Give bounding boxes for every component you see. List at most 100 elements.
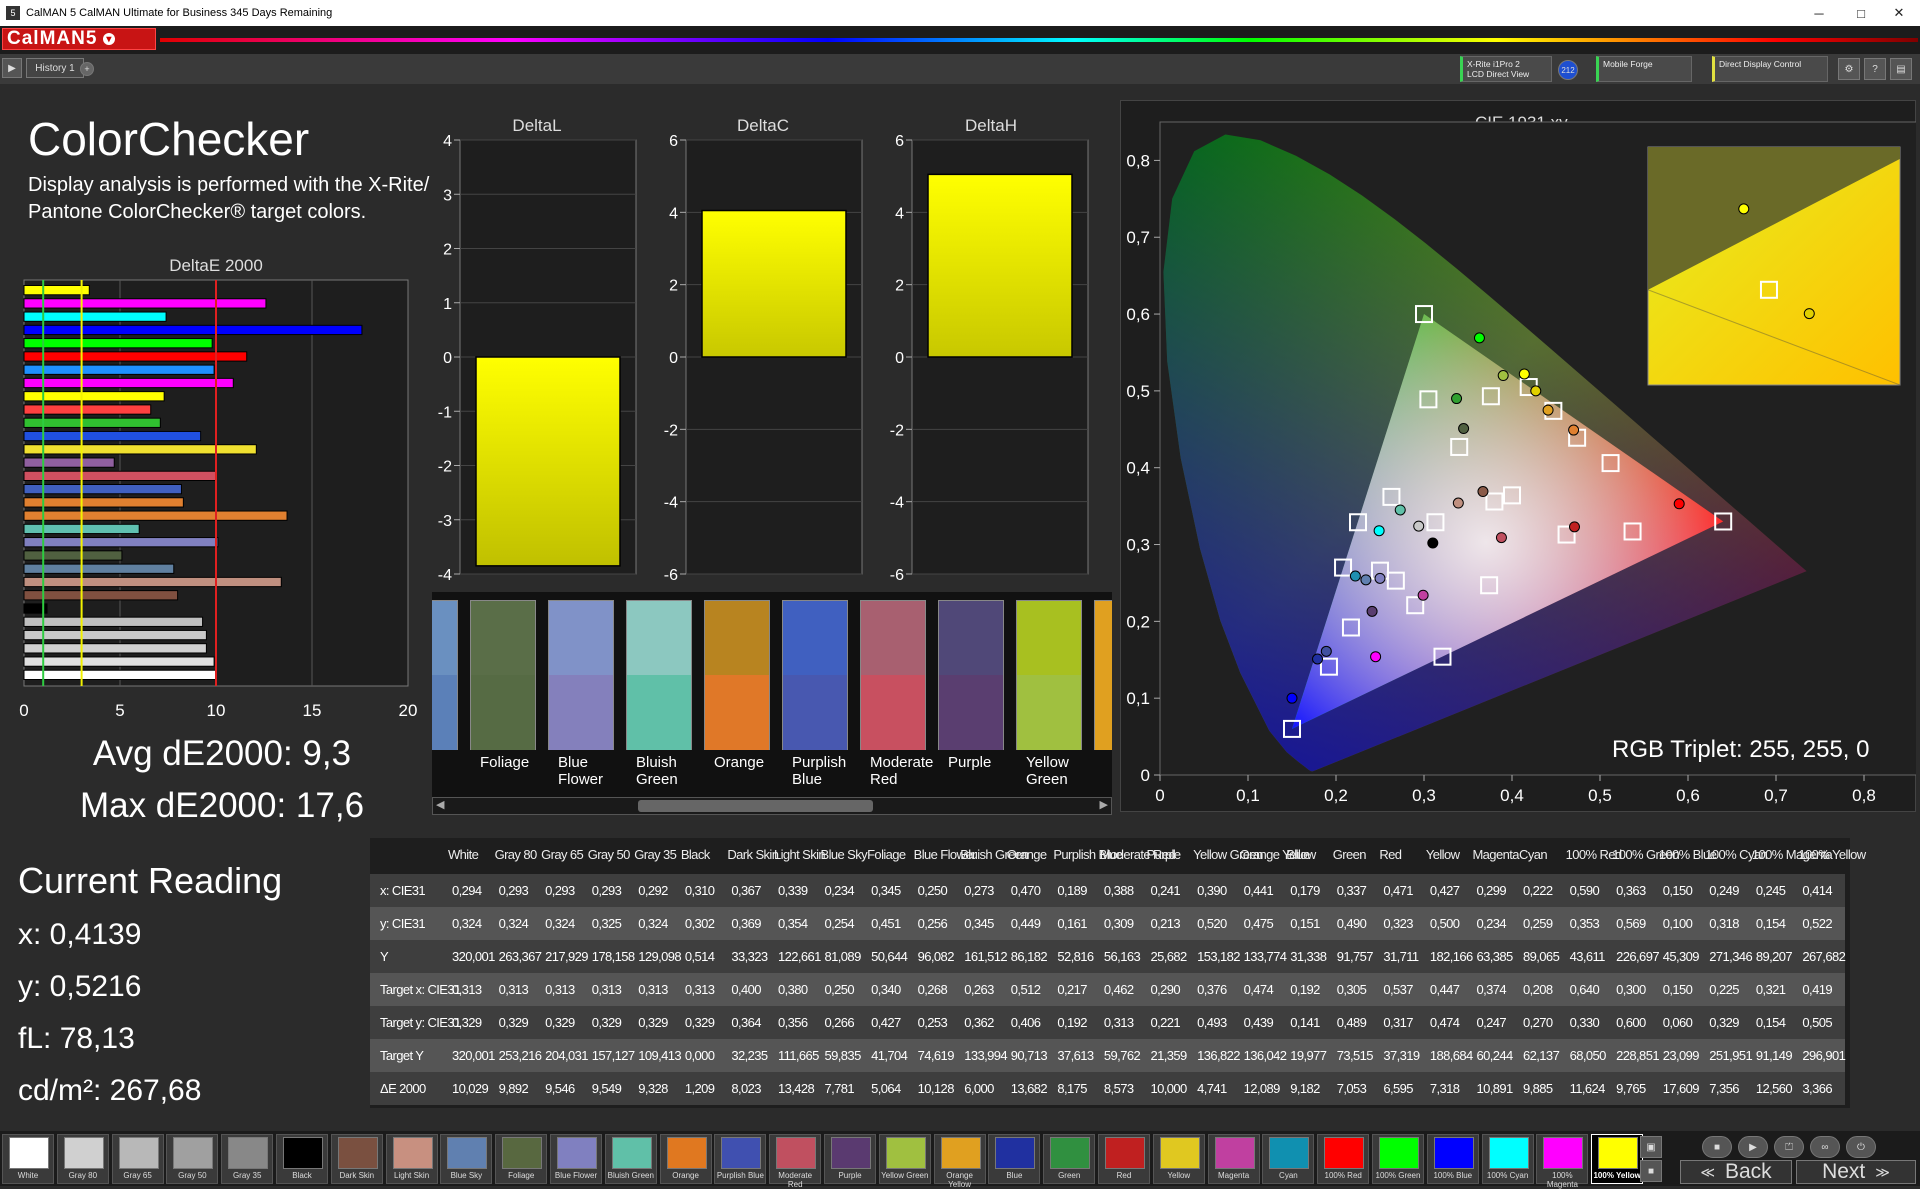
table-row-label: ΔE 2000 — [380, 1081, 426, 1096]
table-cell: 9,885 — [1523, 1081, 1553, 1096]
patch-button-6[interactable]: Dark Skin — [330, 1134, 383, 1184]
swatch-label: Bluish Green — [636, 754, 678, 788]
tab-history-1[interactable]: History 1 — [26, 58, 84, 78]
calman-logo-button[interactable]: CalMAN5 ▾ — [2, 28, 156, 50]
deltae-bar-20 — [23, 550, 123, 561]
next-button[interactable]: Next ≫ — [1796, 1160, 1916, 1184]
patch-button-28[interactable]: 100% Magenta — [1536, 1134, 1589, 1189]
patch-button-16[interactable]: Yellow Green — [878, 1134, 931, 1184]
cie-measured-22 — [1286, 692, 1298, 704]
patch-button-19[interactable]: Green — [1043, 1134, 1096, 1184]
swatch-1[interactable] — [470, 600, 536, 750]
single-reading-icon[interactable]: ▶ — [1738, 1136, 1768, 1158]
swatch-2[interactable] — [548, 600, 614, 750]
patch-button-3[interactable]: Gray 50 — [166, 1134, 219, 1184]
patch-button-20[interactable]: Red — [1098, 1134, 1150, 1184]
continuous-icon[interactable]: ∞ — [1810, 1136, 1840, 1158]
patch-button-22[interactable]: Magenta — [1207, 1134, 1260, 1184]
swatch-4[interactable] — [704, 600, 770, 750]
table-cell: 0,329 — [1709, 1015, 1739, 1030]
patch-button-4[interactable]: Gray 35 — [221, 1134, 274, 1184]
minimize-button[interactable]: ─ — [1796, 0, 1842, 26]
patch-button-1[interactable]: Gray 80 — [56, 1134, 109, 1184]
stop-icon[interactable]: ■ — [1640, 1160, 1662, 1182]
patch-button-23[interactable]: Cyan — [1262, 1134, 1315, 1184]
cie-chart: 0 0,1 0,2 0,3 0,4 0,5 0,6 0,7 0,8 0 0,1 0,2 0,3 0,4 0,… — [1126, 121, 1916, 805]
patch-button-27[interactable]: 100% Cyan — [1481, 1134, 1534, 1184]
rgb-triplet-readout: RGB Triplet: 255, 255, 0 — [1612, 736, 1870, 763]
swatch-9[interactable] — [1094, 600, 1112, 750]
delta-ytick-1-3: 0 — [669, 350, 678, 367]
swatch-5[interactable] — [782, 600, 848, 750]
table-cell: 0,363 — [1616, 883, 1646, 898]
meter-selector[interactable]: X-Rite i1Pro 2 LCD Direct View — [1460, 56, 1552, 82]
table-cell: 0,221 — [1150, 1015, 1181, 1030]
patch-button-8[interactable]: Blue Sky — [440, 1134, 493, 1184]
table-column-header: Magenta — [1472, 847, 1519, 862]
back-button[interactable]: ≪ Back — [1680, 1160, 1792, 1184]
help-icon[interactable]: ? — [1864, 58, 1886, 80]
patch-button-25[interactable]: 100% Green — [1372, 1134, 1424, 1184]
add-tab-icon[interactable]: + — [80, 62, 94, 76]
patch-button-12[interactable]: Orange — [659, 1134, 712, 1184]
patch-button-7[interactable]: Light Skin — [385, 1134, 438, 1184]
patch-button-26[interactable]: 100% Blue — [1426, 1134, 1479, 1184]
table-row: y: CIE31 0,324 0,324 0,324 0,325 0,324 0,302 0,… — [370, 907, 1845, 940]
swatch-scrollbar[interactable]: ◀ ▶ — [432, 797, 1112, 815]
swatch-3[interactable] — [626, 600, 692, 750]
patch-button-5[interactable]: Black — [276, 1134, 328, 1184]
scroll-right-icon[interactable]: ▶ — [1100, 798, 1108, 811]
table-cell: 0,374 — [1476, 982, 1506, 997]
source-selector[interactable]: Mobile Forge — [1596, 56, 1692, 82]
table-row-label: Target Y — [380, 1048, 424, 1063]
swatch-8[interactable] — [1016, 600, 1082, 750]
table-column-header: Light Skin — [773, 847, 826, 862]
patch-button-11[interactable]: Bluish Green — [604, 1134, 657, 1184]
table-cell: 0,154 — [1755, 916, 1786, 931]
deltae-bar-16 — [23, 497, 184, 508]
play-icon[interactable]: ▶ — [2, 58, 22, 78]
patch-button-14[interactable]: Moderate Red — [769, 1134, 822, 1189]
swatch-0[interactable] — [432, 600, 458, 750]
table-cell: 74,619 — [917, 1048, 955, 1063]
patch-button-29[interactable]: 100% Yellow — [1591, 1134, 1644, 1184]
patch-button-24[interactable]: 100% Red — [1317, 1134, 1370, 1184]
swatch-measured-color — [1017, 675, 1081, 750]
panel-toggle-icon[interactable]: ▤ — [1890, 58, 1912, 80]
patch-button-18[interactable]: Blue — [988, 1134, 1041, 1184]
patch-button-2[interactable]: Gray 65 — [111, 1134, 164, 1184]
patch-button-0[interactable]: White — [2, 1134, 54, 1184]
swatch-7[interactable] — [938, 600, 1004, 750]
close-button[interactable]: ✕ — [1876, 0, 1920, 26]
patch-button-15[interactable]: Purple — [824, 1134, 876, 1184]
table-cell: 0,263 — [964, 982, 994, 997]
patch-button-9[interactable]: Foliage — [495, 1134, 548, 1184]
meter-reading-icon[interactable]: ▣ — [1640, 1136, 1662, 1158]
patch-button-17[interactable]: Orange Yellow — [933, 1134, 986, 1189]
swatch-6[interactable] — [860, 600, 926, 750]
swatch-measured-color — [939, 675, 1003, 750]
patch-color — [1324, 1137, 1365, 1169]
meter-badge[interactable]: 212 — [1558, 60, 1578, 80]
table-row: Target Y 320,001 253,216 204,031 157,127 109,… — [370, 1039, 1846, 1072]
deltae-chart: 0 5 10 15 20 — [19, 279, 417, 720]
patch-color — [228, 1137, 269, 1169]
table-cell: 0,354 — [777, 916, 808, 931]
stop-reading-icon[interactable]: ■ — [1702, 1136, 1732, 1158]
patch-button-10[interactable]: Blue Flower — [550, 1134, 602, 1184]
table-cell: 0,313 — [545, 982, 575, 997]
power-icon[interactable]: ⏻ — [1846, 1136, 1876, 1158]
patch-button-21[interactable]: Yellow — [1152, 1134, 1205, 1184]
swatch-measured-color — [432, 675, 457, 750]
settings-gear-icon[interactable]: ⚙ — [1838, 58, 1860, 80]
cie-measured-25 — [1518, 368, 1530, 380]
cie-measured-16 — [1568, 521, 1580, 533]
patch-button-13[interactable]: Purplish Blue — [714, 1134, 767, 1184]
table-cell: 0,310 — [684, 883, 715, 898]
delta-ytick-0-8: -4 — [438, 567, 452, 584]
display-selector[interactable]: Direct Display Control — [1712, 56, 1828, 82]
scrollbar-thumb[interactable] — [638, 800, 873, 812]
read-series-icon[interactable]: ⏍ — [1774, 1136, 1804, 1158]
table-cell: 31,338 — [1290, 949, 1327, 964]
scroll-left-icon[interactable]: ◀ — [436, 798, 444, 811]
